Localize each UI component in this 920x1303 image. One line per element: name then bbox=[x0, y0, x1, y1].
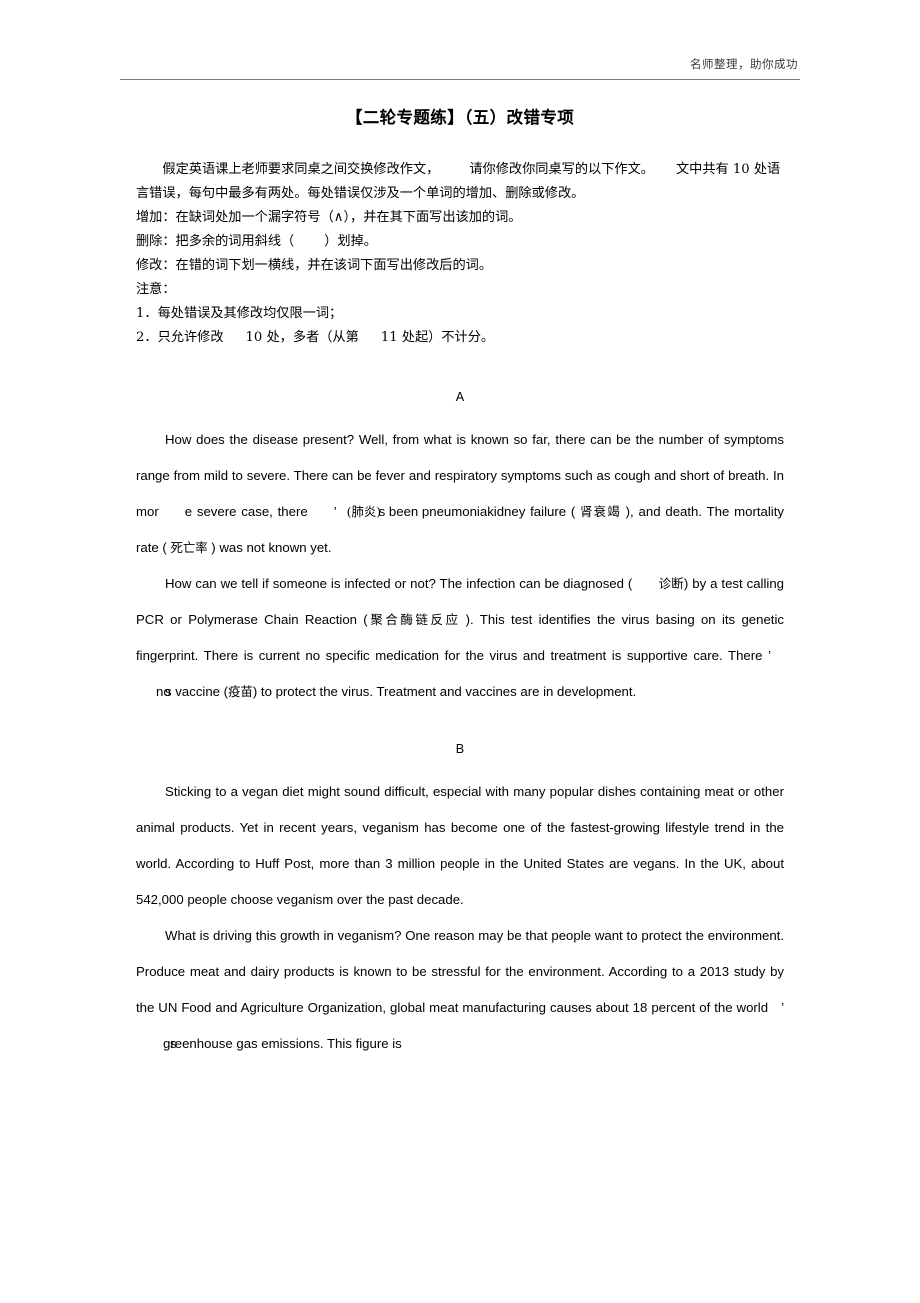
instruction-modify-line: 修改：在错的词下划一横线，并在该词下面写出修改后的词。 bbox=[136, 258, 493, 273]
passage-a-p1-gloss-pneumonia: (肺炎) bbox=[346, 504, 382, 519]
instruction-notice-2: 2．只允许修改 10 处，多者（从第 11 处起）不计分。 bbox=[136, 326, 784, 350]
passage-a-p1-gloss-kidney-failure: 肾衰竭 bbox=[580, 504, 621, 519]
passage-a-p1-gloss-mortality-rate: 死亡率 bbox=[170, 540, 208, 555]
passage-a-p1-text-6: ) was not known yet. bbox=[211, 540, 332, 555]
passages-container: A How does the disease present? Well, fr… bbox=[136, 386, 784, 1062]
instruction-notice-1: 1．每处错误及其修改均仅限一词； bbox=[136, 306, 343, 321]
page-title: 【二轮专题练】（五）改错专项 bbox=[345, 108, 575, 127]
passage-a-p2-gloss-vaccine: 疫苗 bbox=[228, 684, 253, 699]
passage-a-p2-text-5: vaccine ( bbox=[175, 684, 229, 699]
passage-a-p1-overlap-group: s been pneumonia (肺炎) bbox=[347, 494, 488, 530]
passage-b-paragraph-1: Sticking to a vegan diet might sound dif… bbox=[136, 784, 784, 907]
passage-a-p2-text-overlap: no bbox=[156, 684, 171, 699]
instruction-notice-2-part2: 10 处，多者（从第 bbox=[245, 330, 359, 345]
instruction-notice-2-part3: 11 处起）不计分。 bbox=[380, 330, 495, 345]
header-divider bbox=[120, 79, 800, 80]
instruction-lead: 假定英语课上老师要求同桌之间交换修改作文， 请你修改你同桌写的以下作文。 文中共有 … bbox=[136, 158, 784, 206]
instruction-lead-part1: 假定英语课上老师要求同桌之间交换修改作文， bbox=[162, 162, 440, 177]
instruction-delete-line-prefix: 删除：把多余的词用斜线（ bbox=[136, 234, 295, 249]
passage-a-p1-text-4: kidney failure ( bbox=[487, 504, 576, 519]
header-watermark-text: 名师整理，助你成功 bbox=[690, 57, 798, 71]
instructions-block: 假定英语课上老师要求同桌之间交换修改作文， 请你修改你同桌写的以下作文。 文中共有 … bbox=[136, 158, 784, 350]
instruction-lead-part2: 请你修改你同桌写的以下作文。 bbox=[469, 162, 654, 177]
instruction-notice-2-part1: 2．只允许修改 bbox=[136, 330, 224, 345]
passage-a-p2-gloss-diagnosed: 诊断 bbox=[658, 576, 684, 591]
passage-b-p2-overlap-group: s greenhouse gas emissions. This figure i… bbox=[141, 1026, 402, 1062]
passage-b-paragraph-2: What is driving this growth in veganism?… bbox=[136, 918, 784, 1062]
instruction-notice-label: 注意： bbox=[136, 282, 176, 297]
passage-a-p1-text-3: s been pneumonia bbox=[378, 504, 488, 519]
passage-a-p2-text-1: How can we tell if someone is infected o… bbox=[165, 576, 633, 591]
passage-a-paragraph-2: How can we tell if someone is infected o… bbox=[136, 566, 784, 710]
page-header: 名师整理，助你成功 bbox=[120, 56, 800, 80]
instruction-add-line: 增加：在缺词处加一个漏字符号（∧），并在其下面写出该加的词。 bbox=[136, 210, 522, 225]
passage-a-p2-text-6: ) to protect the virus. Treatment and va… bbox=[252, 684, 637, 699]
passage-a-paragraph-1: How does the disease present? Well, from… bbox=[136, 422, 784, 566]
section-letter-a: A bbox=[455, 390, 465, 404]
instruction-delete-line-suffix: ）划掉。 bbox=[324, 234, 377, 249]
passage-b-p2-text-1: What is driving this growth in veganism?… bbox=[136, 928, 784, 1015]
passage-b-p2-apostrophe: ’ bbox=[781, 1000, 784, 1015]
document-page: 名师整理，助你成功 【二轮专题练】（五）改错专项 假定英语课上老师要求同桌之间交… bbox=[0, 0, 920, 1303]
passage-a-p2-overlap-group: s no bbox=[136, 674, 172, 710]
passage-a-p1-text-2: e severe case, there bbox=[184, 504, 308, 519]
passage-a-p2-apostrophe: ’ bbox=[768, 648, 771, 663]
instruction-delete-line: 删除：把多余的词用斜线（ ）划掉。 bbox=[136, 230, 784, 254]
passage-a-p2-gloss-pcr: 聚合酶链反应 bbox=[367, 612, 461, 627]
passage-b-p2-text-3: greenhouse gas emissions. This figure is bbox=[163, 1036, 402, 1051]
section-letter-b: B bbox=[455, 742, 465, 756]
